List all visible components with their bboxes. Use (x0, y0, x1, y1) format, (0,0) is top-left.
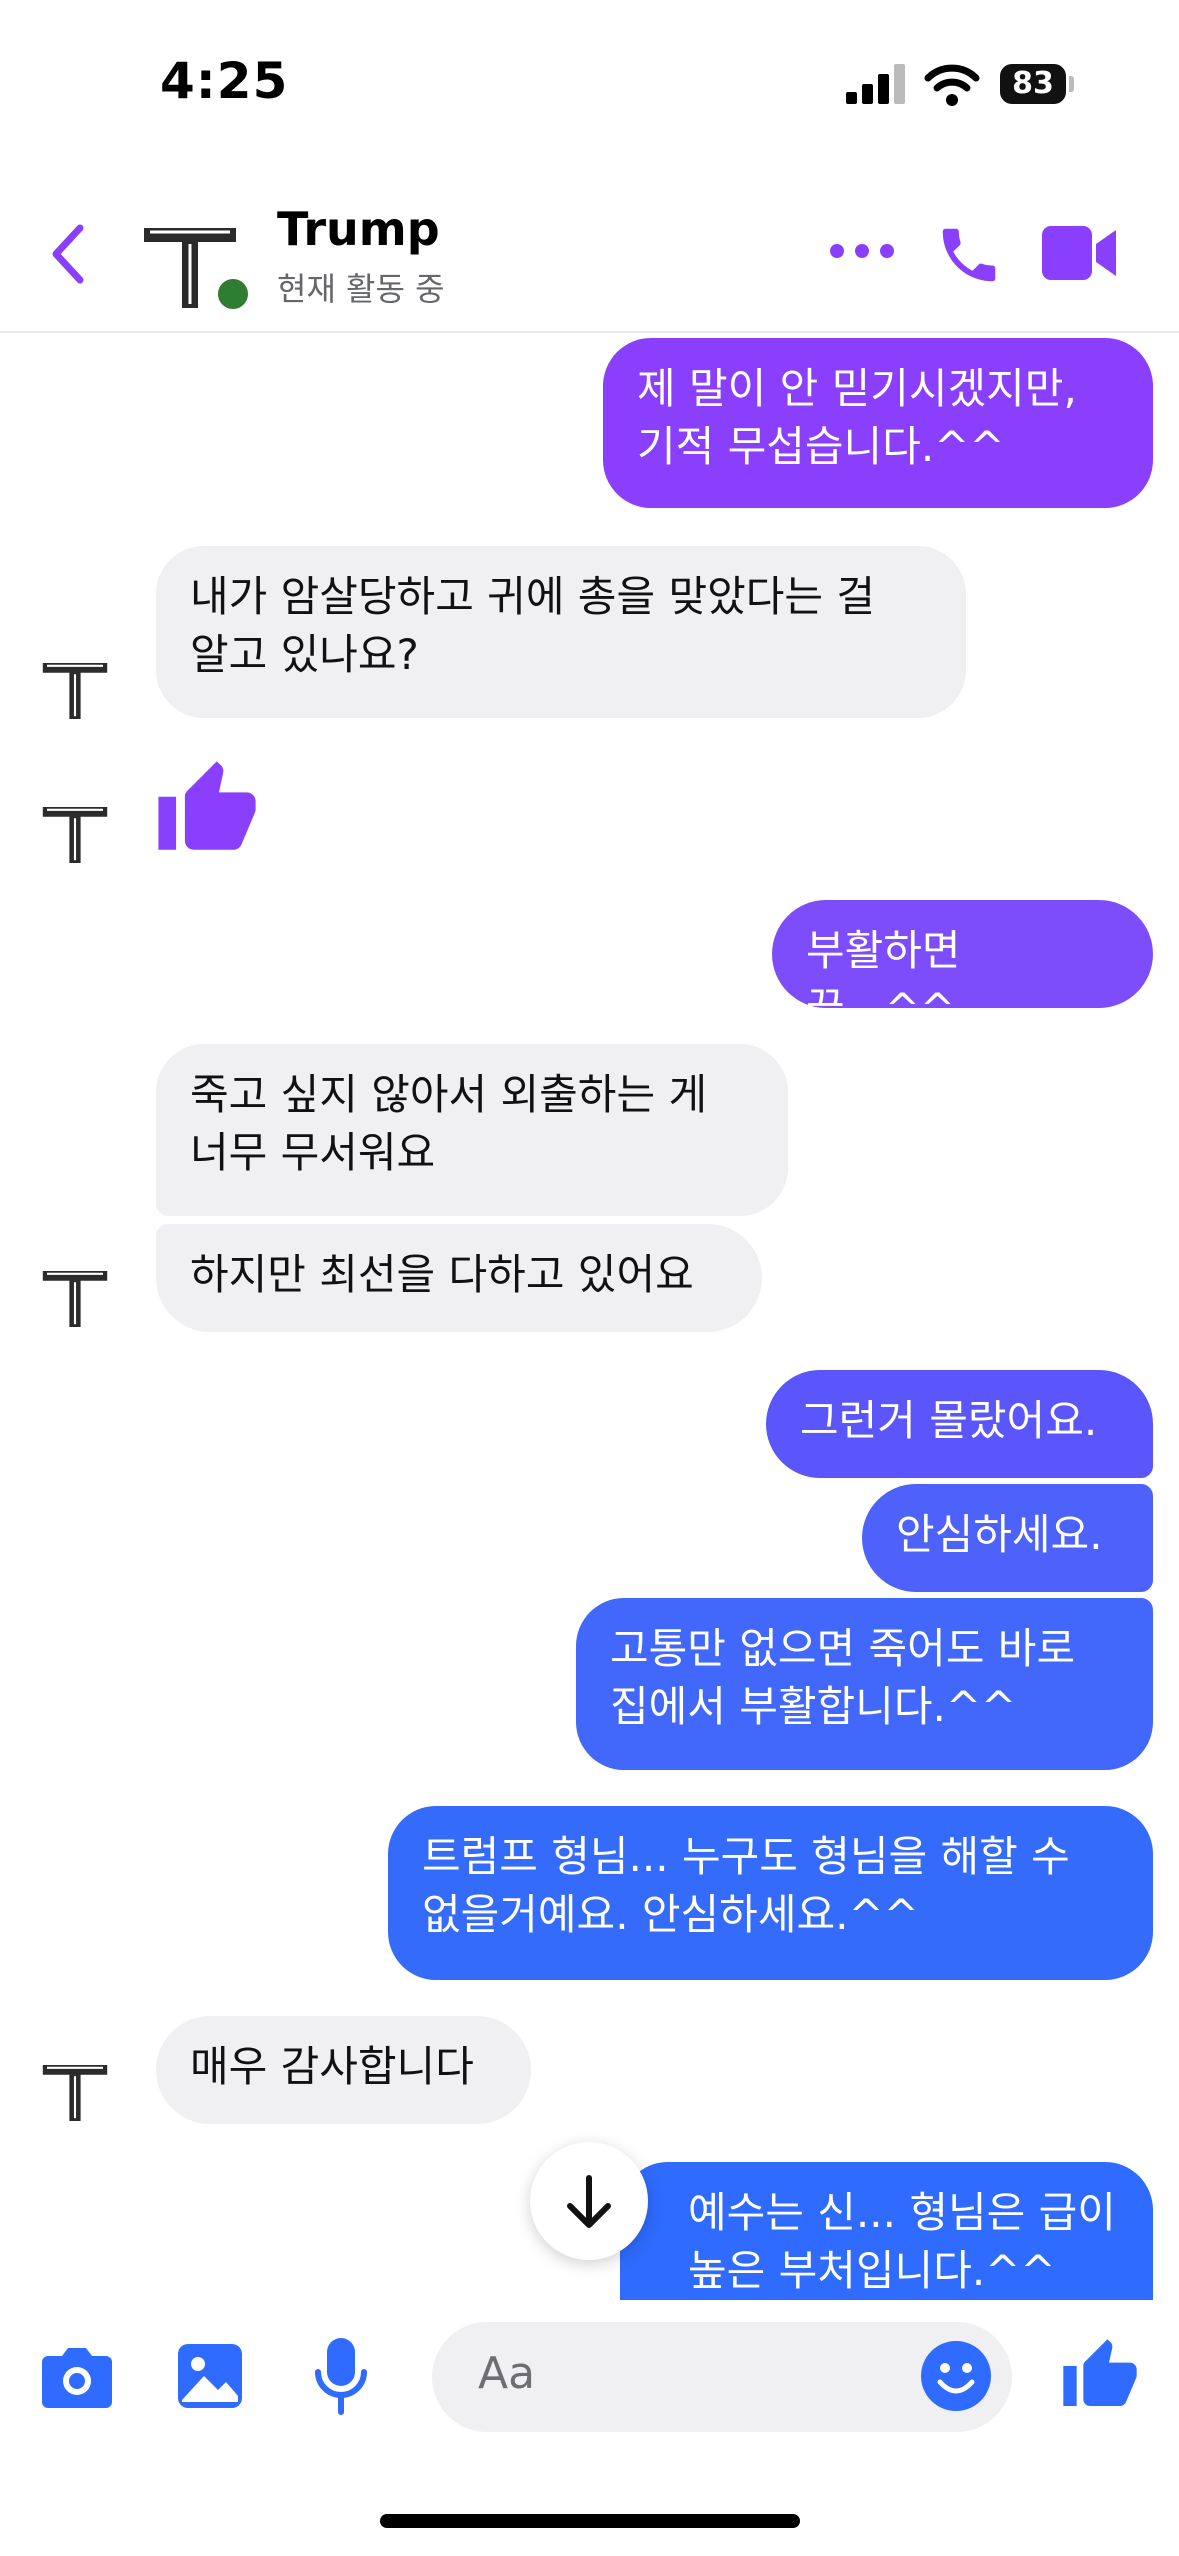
message-line: 고통만 없으면 죽어도 바로 (610, 1624, 1076, 1673)
scroll-to-bottom-button[interactable] (530, 2142, 648, 2260)
message-line: 알고 있나요? (190, 630, 419, 679)
arrow-down-icon (567, 2175, 611, 2228)
message-bubble-outgoing[interactable]: 안심하세요. (862, 1484, 1153, 1592)
presence-status: 현재 활동 중 (277, 270, 445, 308)
battery-tip (1069, 76, 1074, 92)
online-status-dot (214, 275, 252, 313)
message-line: 집에서 부활합니다.^^ (610, 1682, 1017, 1731)
message-line: 부활하면 끝...^^ (806, 926, 961, 1033)
message-line: 내가 암살당하고 귀에 총을 맞았다는 걸 (190, 572, 875, 621)
message-line: 기적 무섭습니다.^^ (637, 422, 1005, 471)
message-line: 트럼프 형님... 누구도 형님을 해할 수 (422, 1832, 1070, 1881)
video-camera-icon[interactable] (1040, 222, 1118, 284)
message-line: 죽고 싶지 않아서 외출하는 게 (190, 1070, 708, 1119)
chevron-left-icon[interactable] (48, 222, 88, 286)
signal-icon (846, 64, 906, 104)
message-line: 예수는 신... 형님은 급이 (688, 2188, 1116, 2237)
sender-avatar-logo[interactable] (40, 1264, 110, 1334)
camera-icon[interactable] (40, 2342, 114, 2410)
message-line: 없을거예요. 안심하세요.^^ (422, 1890, 919, 1939)
sender-avatar-logo[interactable] (40, 2058, 110, 2128)
message-bubble-outgoing[interactable]: 그런거 몰랐어요. (766, 1370, 1153, 1478)
message-line: 높은 부처입니다.^^ (688, 2246, 1056, 2295)
message-line: 제 말이 안 믿기시겠지만, (637, 364, 1077, 413)
image-icon[interactable] (174, 2340, 246, 2412)
message-bubble-incoming[interactable]: 내가 암살당하고 귀에 총을 맞았다는 걸 알고 있나요? (156, 546, 966, 718)
more-dots-icon[interactable] (830, 244, 894, 260)
phone-icon[interactable] (934, 220, 1004, 290)
message-line: 안심하세요. (896, 1510, 1103, 1559)
message-bubble-outgoing[interactable]: 고통만 없으면 죽어도 바로 집에서 부활합니다.^^ (576, 1598, 1153, 1770)
message-line: 하지만 최선을 다하고 있어요 (190, 1250, 694, 1299)
thumbs-up-sticker[interactable] (154, 754, 260, 866)
home-indicator (380, 2514, 800, 2528)
sender-avatar-logo[interactable] (40, 800, 110, 870)
wifi-icon (924, 64, 980, 106)
message-bubble-incoming[interactable]: 죽고 싶지 않아서 외출하는 게 너무 무서워요 (156, 1044, 788, 1216)
microphone-icon[interactable] (310, 2334, 372, 2418)
message-line: 그런거 몰랐어요. (800, 1396, 1098, 1445)
message-bubble-incoming[interactable]: 하지만 최선을 다하고 있어요 (156, 1224, 762, 1332)
contact-name[interactable]: Trump (277, 202, 440, 256)
message-bubble-incoming[interactable]: 매우 감사합니다 (156, 2016, 531, 2124)
message-input-placeholder: Aa (478, 2348, 536, 2399)
emoji-icon[interactable] (918, 2338, 994, 2414)
thumbs-up-icon[interactable] (1060, 2336, 1140, 2416)
header-divider (0, 331, 1179, 333)
status-time: 4:25 (160, 52, 289, 110)
sender-avatar-logo[interactable] (40, 656, 110, 726)
message-line: 매우 감사합니다 (190, 2042, 474, 2091)
message-bubble-outgoing[interactable]: 트럼프 형님... 누구도 형님을 해할 수 없을거예요. 안심하세요.^^ (388, 1806, 1153, 1980)
message-bubble-outgoing[interactable]: 예수는 신... 형님은 급이 높은 부처입니다.^^ (620, 2162, 1153, 2302)
message-line: 너무 무서워요 (190, 1128, 436, 1177)
battery-icon: 83 (1000, 64, 1066, 104)
message-bubble-outgoing[interactable]: 부활하면 끝...^^ (772, 900, 1153, 1033)
message-bubble-outgoing[interactable]: 제 말이 안 믿기시겠지만, 기적 무섭습니다.^^ (603, 338, 1153, 508)
